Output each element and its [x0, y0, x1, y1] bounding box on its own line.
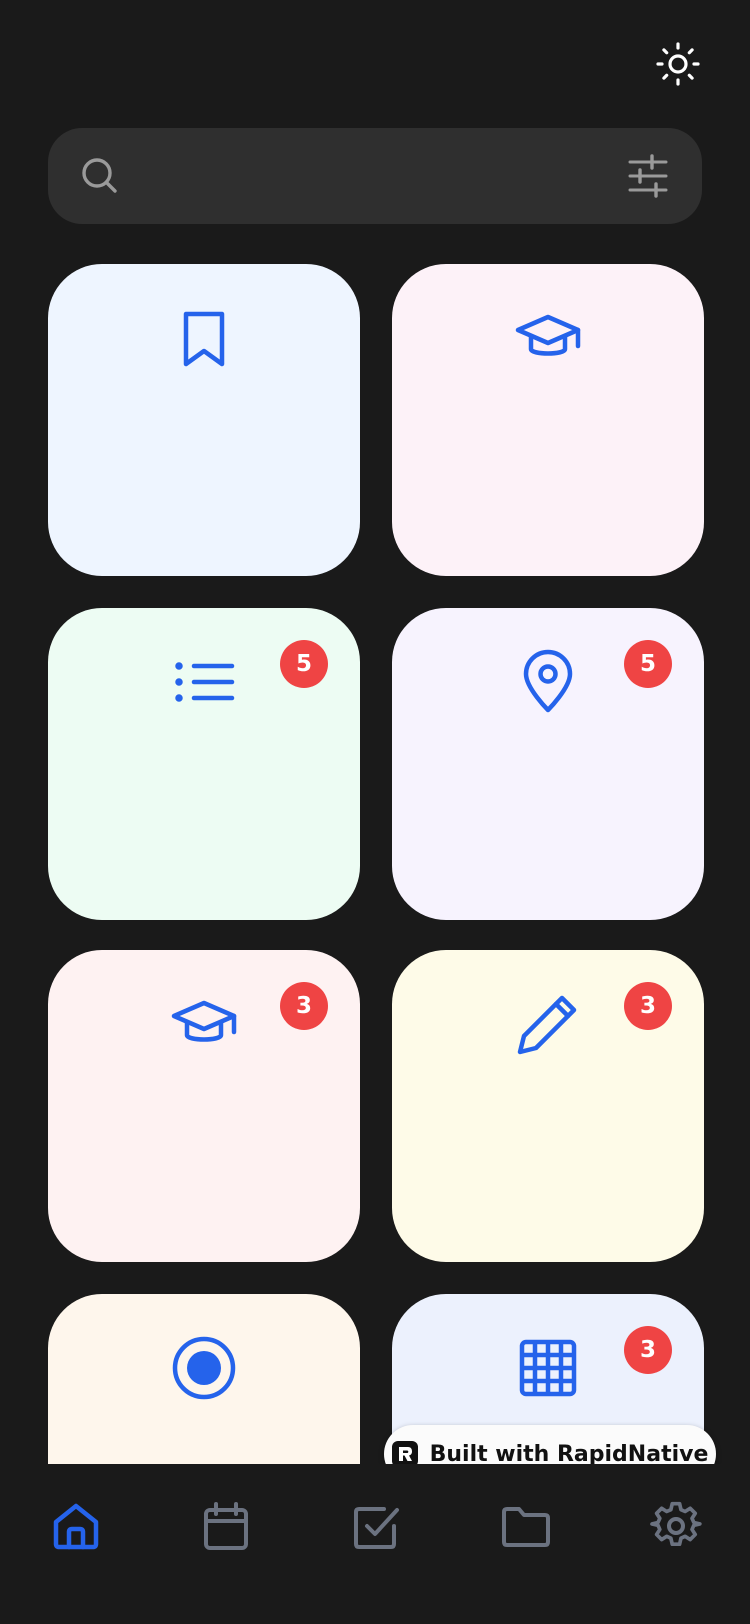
theme-toggle-button[interactable] [654, 40, 702, 88]
search-icon [82, 158, 117, 193]
sliders-icon[interactable] [626, 154, 670, 198]
graduation-cap-icon [515, 314, 581, 356]
built-with-label: Built with RapidNative [429, 1441, 709, 1467]
calendar-icon [204, 1502, 248, 1550]
nav-settings[interactable] [650, 1500, 702, 1552]
badge: 3 [624, 1326, 672, 1374]
card-courses[interactable] [392, 264, 704, 576]
badge: 3 [280, 982, 328, 1030]
graduation-cap-icon [171, 1000, 237, 1042]
bottom-navigation [0, 1464, 750, 1624]
home-icon [53, 1503, 99, 1550]
badge: 5 [624, 640, 672, 688]
folder-icon [502, 1507, 550, 1547]
search-bar[interactable] [48, 128, 702, 224]
pencil-icon [517, 995, 577, 1055]
card-locations[interactable]: 5 [392, 608, 704, 920]
nav-calendar[interactable] [200, 1500, 252, 1552]
nav-files[interactable] [500, 1500, 552, 1552]
card-grid: 5 5 3 3 3 [0, 264, 750, 1464]
card-lists[interactable]: 5 [48, 608, 360, 920]
card-recordings[interactable] [48, 1294, 360, 1464]
bookmark-icon [183, 311, 225, 367]
record-icon [172, 1336, 236, 1400]
checkbox-icon [354, 1507, 399, 1549]
badge: 5 [280, 640, 328, 688]
card-education[interactable]: 3 [48, 950, 360, 1262]
settings-icon [650, 1501, 702, 1547]
nav-home[interactable] [50, 1500, 102, 1552]
card-bookmarks[interactable] [48, 264, 360, 576]
nav-tasks[interactable] [350, 1500, 402, 1552]
map-pin-icon [523, 649, 573, 713]
badge: 3 [624, 982, 672, 1030]
card-notes[interactable]: 3 [392, 950, 704, 1262]
grid-icon [519, 1339, 577, 1397]
list-icon [175, 662, 235, 702]
sun-icon [656, 42, 700, 86]
